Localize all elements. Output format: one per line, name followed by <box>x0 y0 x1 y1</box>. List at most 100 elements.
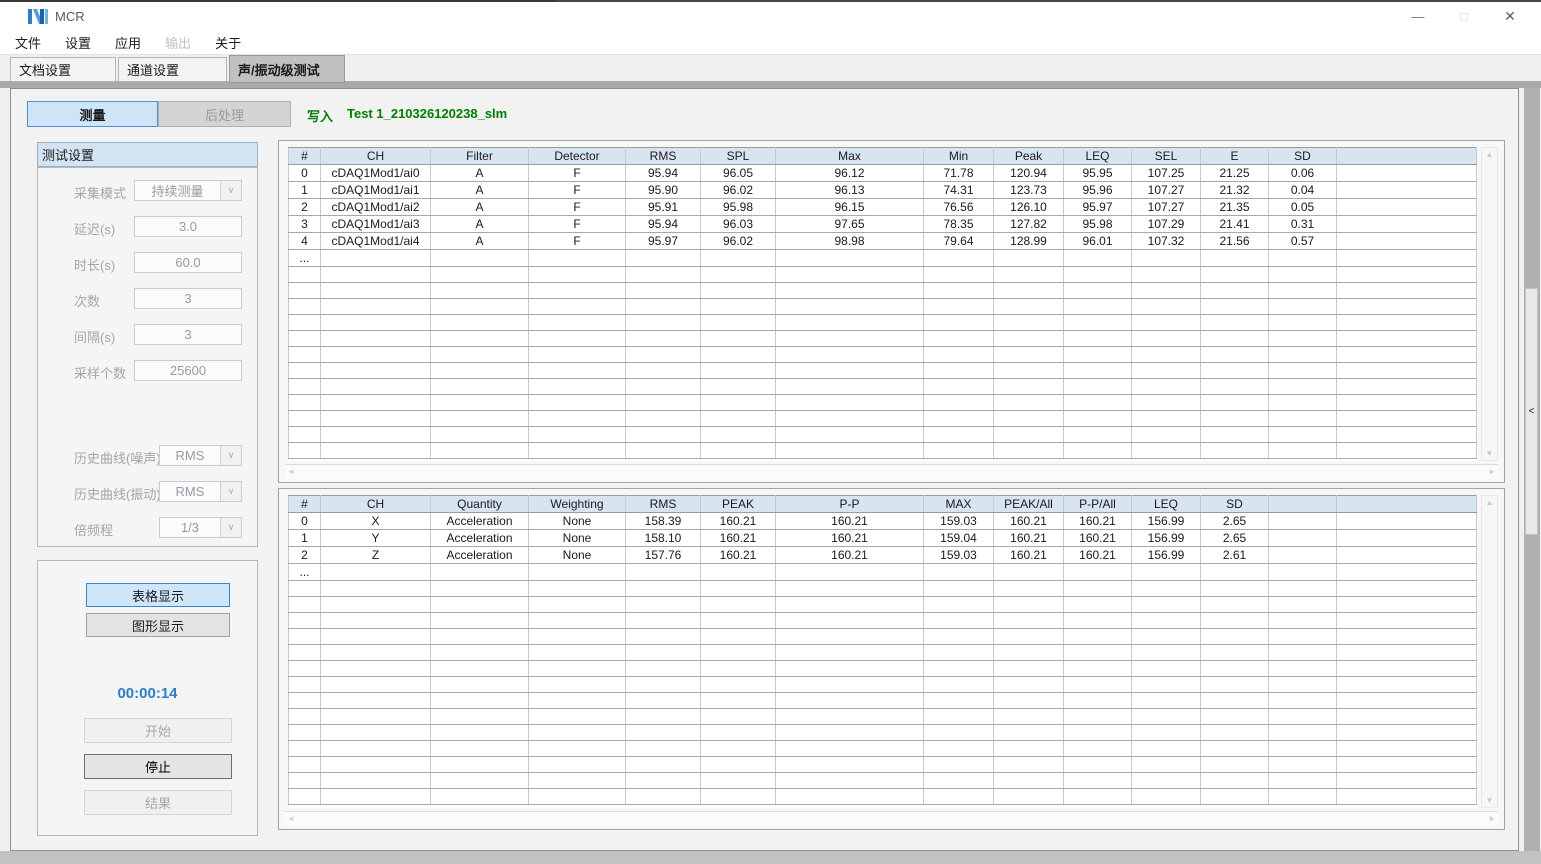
empty-row[interactable] <box>289 267 1477 283</box>
empty-row[interactable] <box>289 725 1477 741</box>
scroll-up-icon[interactable]: ▲ <box>1482 150 1497 159</box>
empty-row[interactable] <box>289 347 1477 363</box>
empty-row[interactable] <box>289 331 1477 347</box>
empty-row[interactable] <box>289 677 1477 693</box>
empty-row[interactable] <box>289 283 1477 299</box>
column-header[interactable]: Weighting <box>529 496 626 513</box>
maximize-button[interactable]: □ <box>1441 2 1487 30</box>
empty-row[interactable] <box>289 363 1477 379</box>
empty-row[interactable] <box>289 773 1477 789</box>
ellipsis-row[interactable]: ... <box>289 564 1477 581</box>
minimize-button[interactable]: — <box>1395 2 1441 30</box>
tab-sound-vibration-test[interactable]: 声/振动级测试 <box>229 55 345 83</box>
column-header[interactable]: SPL <box>701 148 776 165</box>
empty-row[interactable] <box>289 299 1477 315</box>
tab-channel-settings[interactable]: 通道设置 <box>118 57 227 82</box>
empty-row[interactable] <box>289 661 1477 677</box>
empty-row[interactable] <box>289 613 1477 629</box>
column-header[interactable]: # <box>289 148 321 165</box>
empty-row[interactable] <box>289 709 1477 725</box>
chevron-down-icon[interactable]: ∨ <box>220 482 241 501</box>
column-header[interactable]: Quantity <box>431 496 529 513</box>
column-header[interactable]: SD <box>1269 148 1337 165</box>
scroll-left-icon[interactable]: ◄ <box>287 814 295 823</box>
column-header[interactable]: LEQ <box>1132 496 1201 513</box>
empty-row[interactable] <box>289 395 1477 411</box>
postprocess-button[interactable]: 后处理 <box>158 101 291 127</box>
acquisition-mode-select[interactable]: 持续测量 ∨ <box>134 180 242 201</box>
horizontal-scrollbar[interactable]: ◄ ► <box>285 464 1498 479</box>
column-header[interactable]: Detector <box>529 148 626 165</box>
empty-row[interactable] <box>289 379 1477 395</box>
duration-input[interactable]: 60.0 <box>134 252 242 273</box>
empty-row[interactable] <box>289 741 1477 757</box>
empty-row[interactable] <box>289 789 1477 805</box>
column-header[interactable]: LEQ <box>1064 148 1132 165</box>
sample-count-input[interactable]: 25600 <box>134 360 242 381</box>
scroll-left-icon[interactable]: ◄ <box>287 467 295 476</box>
column-header[interactable] <box>1337 148 1477 165</box>
table-display-button[interactable]: 表格显示 <box>86 583 230 607</box>
empty-row[interactable] <box>289 315 1477 331</box>
menu-apply[interactable]: 应用 <box>115 33 141 52</box>
menu-file[interactable]: 文件 <box>15 33 41 52</box>
table-row[interactable]: 3cDAQ1Mod1/ai3AF95.9496.0397.6578.35127.… <box>289 216 1477 233</box>
empty-row[interactable] <box>289 645 1477 661</box>
scroll-down-icon[interactable]: ▼ <box>1482 449 1497 458</box>
count-input[interactable]: 3 <box>134 288 242 309</box>
column-header[interactable]: P-P/All <box>1064 496 1132 513</box>
table-row[interactable]: 2cDAQ1Mod1/ai2AF95.9195.9896.1576.56126.… <box>289 199 1477 216</box>
collapse-panel-handle[interactable]: < <box>1525 288 1538 535</box>
column-header[interactable]: Max <box>776 148 924 165</box>
scroll-right-icon[interactable]: ► <box>1488 814 1496 823</box>
column-header[interactable]: CH <box>321 148 431 165</box>
empty-row[interactable] <box>289 581 1477 597</box>
table-row[interactable]: 4cDAQ1Mod1/ai4AF95.9796.0298.9879.64128.… <box>289 233 1477 250</box>
table-row[interactable]: 0XAccelerationNone158.39160.21160.21159.… <box>289 513 1477 530</box>
column-header[interactable]: Min <box>924 148 994 165</box>
empty-row[interactable] <box>289 757 1477 773</box>
interval-input[interactable]: 3 <box>134 324 242 345</box>
scroll-up-icon[interactable]: ▲ <box>1482 498 1497 507</box>
empty-row[interactable] <box>289 597 1477 613</box>
column-header[interactable]: MAX <box>924 496 994 513</box>
column-header[interactable]: PEAK <box>701 496 776 513</box>
table-row[interactable]: 0cDAQ1Mod1/ai0AF95.9496.0596.1271.78120.… <box>289 165 1477 182</box>
tab-document-settings[interactable]: 文档设置 <box>10 57 116 82</box>
chevron-down-icon[interactable]: ∨ <box>220 518 241 537</box>
column-header[interactable]: SEL <box>1132 148 1201 165</box>
empty-row[interactable] <box>289 411 1477 427</box>
ellipsis-row[interactable]: ... <box>289 250 1477 267</box>
delay-input[interactable]: 3.0 <box>134 216 242 237</box>
column-header[interactable]: CH <box>321 496 431 513</box>
horizontal-scrollbar[interactable]: ◄ ► <box>285 811 1498 826</box>
column-header[interactable]: Peak <box>994 148 1064 165</box>
column-header[interactable] <box>1269 496 1337 513</box>
menu-about[interactable]: 关于 <box>215 33 241 52</box>
empty-row[interactable] <box>289 693 1477 709</box>
empty-row[interactable] <box>289 629 1477 645</box>
column-header[interactable]: E <box>1201 148 1269 165</box>
column-header[interactable]: PEAK/All <box>994 496 1064 513</box>
column-header[interactable]: RMS <box>626 148 701 165</box>
table-row[interactable]: 2ZAccelerationNone157.76160.21160.21159.… <box>289 547 1477 564</box>
scroll-down-icon[interactable]: ▼ <box>1482 796 1497 805</box>
column-header[interactable] <box>1337 496 1477 513</box>
graph-display-button[interactable]: 图形显示 <box>86 613 230 637</box>
column-header[interactable]: SD <box>1201 496 1269 513</box>
menu-settings[interactable]: 设置 <box>65 33 91 52</box>
stop-button[interactable]: 停止 <box>84 754 232 779</box>
empty-row[interactable] <box>289 443 1477 459</box>
column-header[interactable]: RMS <box>626 496 701 513</box>
column-header[interactable]: # <box>289 496 321 513</box>
vertical-scrollbar[interactable]: ▲ ▼ <box>1481 495 1498 808</box>
chevron-down-icon[interactable]: ∨ <box>220 446 241 465</box>
empty-row[interactable] <box>289 427 1477 443</box>
close-button[interactable]: ✕ <box>1487 2 1533 30</box>
chevron-down-icon[interactable]: ∨ <box>220 181 241 200</box>
column-header[interactable]: Filter <box>431 148 529 165</box>
scroll-right-icon[interactable]: ► <box>1488 467 1496 476</box>
history-noise-select[interactable]: RMS ∨ <box>159 445 242 466</box>
history-vibration-select[interactable]: RMS ∨ <box>159 481 242 502</box>
column-header[interactable]: P-P <box>776 496 924 513</box>
